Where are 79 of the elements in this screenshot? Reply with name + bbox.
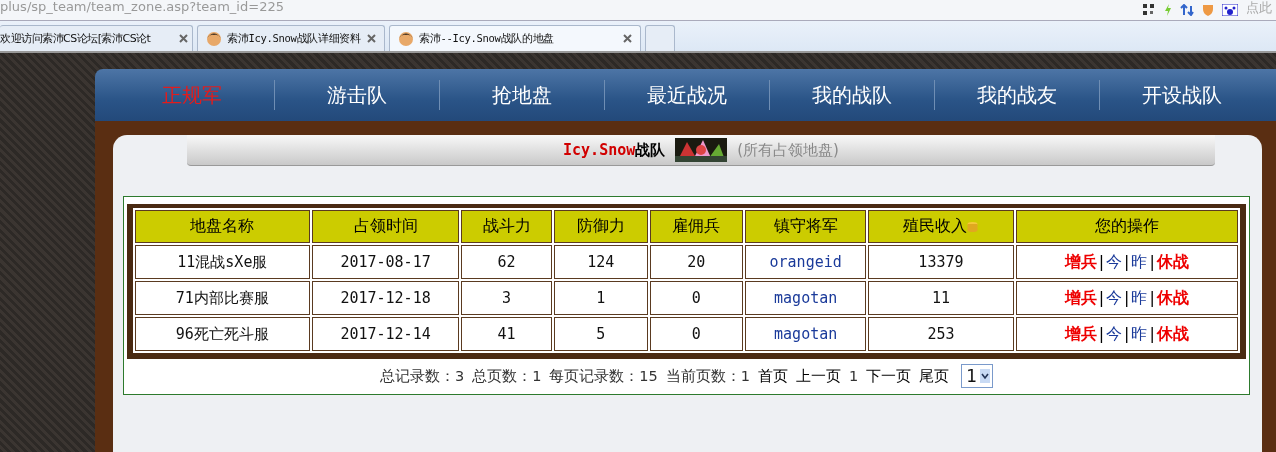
table-cell: 20 — [649, 245, 743, 279]
table-cell: 124 — [553, 245, 648, 279]
separator: | — [1149, 323, 1155, 343]
page-info: 总页数：1 — [472, 366, 542, 386]
table-cell: 2017-12-18 — [311, 281, 460, 315]
column-header: 防御力 — [553, 210, 648, 243]
table-cell: 3 — [461, 281, 552, 315]
table-cell: 0 — [649, 317, 743, 351]
close-icon[interactable] — [623, 34, 632, 43]
action-link[interactable]: 休战 — [1156, 251, 1189, 271]
action-link[interactable]: 昨 — [1131, 287, 1148, 307]
nav-link[interactable]: 开设战队 — [1115, 81, 1249, 109]
qr-code-icon[interactable] — [1142, 4, 1156, 16]
page-info: 1 — [849, 368, 859, 384]
table-cell: 11 — [868, 281, 1014, 315]
general-link[interactable]: magotan — [745, 281, 867, 315]
arrows-icon[interactable] — [1180, 4, 1194, 16]
caret-icon — [980, 369, 991, 383]
table-cell: 96死亡死斗服 — [135, 317, 310, 351]
separator: | — [1124, 251, 1130, 271]
close-icon[interactable] — [367, 34, 376, 43]
action-link[interactable]: 昨 — [1131, 251, 1148, 271]
column-header: 雇佣兵 — [649, 210, 743, 243]
action-link[interactable]: 增兵 — [1064, 251, 1097, 271]
page-link[interactable]: 下一页 — [866, 366, 912, 386]
team-name: Icy.Snow战队 — [563, 140, 666, 160]
table-cell: 1 — [553, 281, 648, 315]
browser-tab[interactable]: 索沛Icy.Snow战队详细资料 — [197, 25, 385, 51]
table-cell: 11混战sXe服 — [135, 245, 310, 279]
separator: | — [1098, 251, 1105, 271]
browser-tab[interactable]: 索沛--Icy.Snow战队的地盘 — [389, 25, 641, 51]
coins-icon — [967, 221, 979, 232]
separator: | — [1098, 287, 1105, 307]
table-cell: 2017-12-14 — [311, 317, 460, 351]
browser-tab[interactable]: 欢迎访问索沛CS论坛[索沛CS论t — [0, 25, 193, 51]
page-link[interactable]: 首页 — [758, 366, 789, 386]
table-cell: 2017-08-17 — [311, 245, 460, 279]
action-link[interactable]: 休战 — [1156, 287, 1189, 307]
separator: | — [1098, 323, 1105, 343]
action-link[interactable]: 休战 — [1156, 323, 1189, 343]
table-cell: 0 — [649, 281, 743, 315]
column-header: 您的操作 — [1015, 210, 1238, 243]
page-info: 总记录数：3 — [379, 366, 465, 386]
nav-link[interactable]: 最近战况 — [620, 81, 754, 109]
page-link[interactable]: 尾页 — [919, 366, 950, 386]
action-link[interactable]: 昨 — [1131, 323, 1148, 343]
action-link[interactable]: 增兵 — [1064, 323, 1097, 343]
general-link[interactable]: magotan — [745, 317, 867, 351]
close-icon[interactable] — [179, 34, 188, 43]
nav-link[interactable]: 抢地盘 — [455, 81, 589, 109]
nav-link[interactable]: 我的战友 — [950, 81, 1084, 109]
separator: | — [1124, 287, 1130, 307]
general-link[interactable]: orangeid — [745, 245, 867, 279]
separator: | — [1149, 287, 1155, 307]
column-header: 殖民收入 — [868, 210, 1014, 243]
nav-link[interactable]: 游击队 — [290, 81, 424, 109]
table-cell: 253 — [868, 317, 1014, 351]
action-link[interactable]: 今 — [1106, 287, 1123, 307]
column-header: 镇守将军 — [745, 210, 867, 243]
action-link[interactable]: 增兵 — [1064, 287, 1097, 307]
table-cell: 71内部比赛服 — [135, 281, 310, 315]
table-cell: 13379 — [868, 245, 1014, 279]
separator: | — [1149, 251, 1155, 271]
table-cell: 5 — [553, 317, 648, 351]
table-cell: 41 — [461, 317, 552, 351]
paw-icon[interactable] — [1222, 4, 1238, 16]
page-info: 每页记录数：15 — [549, 366, 658, 386]
column-header: 战斗力 — [461, 210, 552, 243]
column-header: 地盘名称 — [135, 210, 310, 243]
action-link[interactable]: 今 — [1106, 251, 1123, 271]
subtitle: (所有占领地盘) — [737, 140, 839, 160]
separator: | — [1124, 323, 1130, 343]
page-link[interactable]: 上一页 — [796, 366, 842, 386]
nav-link[interactable]: 我的战队 — [785, 81, 919, 109]
action-link[interactable]: 今 — [1106, 323, 1123, 343]
column-header: 占领时间 — [311, 210, 460, 243]
page-select[interactable]: 1 — [961, 364, 994, 388]
table-cell: 62 — [461, 245, 552, 279]
page-info: 当前页数：1 — [665, 366, 751, 386]
